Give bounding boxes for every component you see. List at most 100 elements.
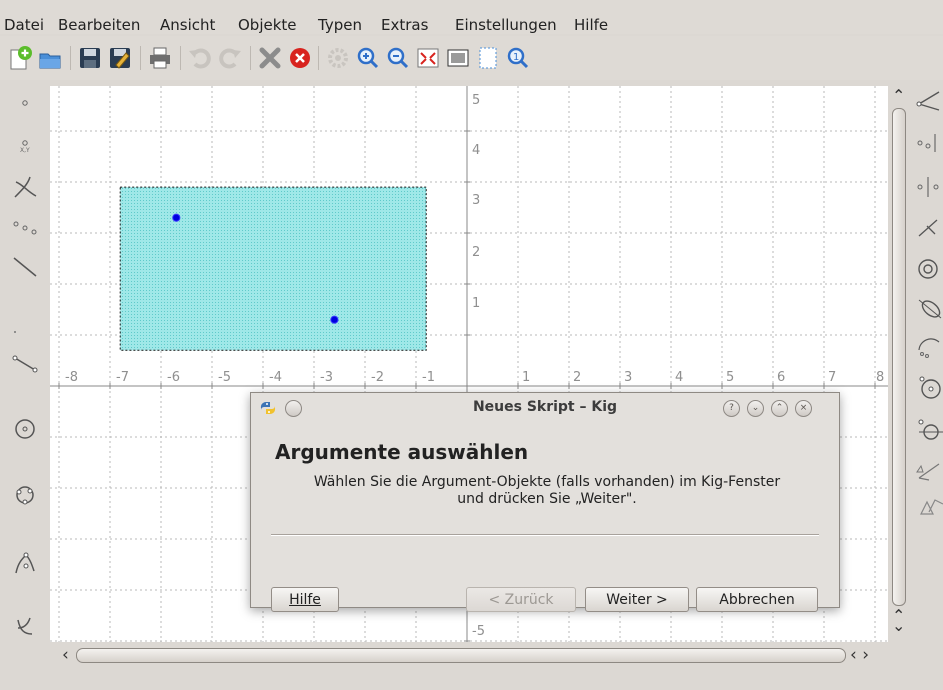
x-tick-minus-7: -7	[116, 370, 129, 385]
redo-icon[interactable]	[216, 44, 244, 72]
zoom-out-icon[interactable]	[384, 44, 412, 72]
new-script-dialog: Neues Skript – Kig ? ⌄ ⌃ × Argumente aus…	[250, 392, 840, 612]
intersection-icon[interactable]	[8, 170, 42, 204]
arc-icon[interactable]	[915, 332, 943, 366]
zoom-in-icon[interactable]	[354, 44, 382, 72]
save-icon[interactable]	[76, 44, 104, 72]
y-tick-4: 4	[472, 143, 481, 158]
svg-text:X,Y: X,Y	[20, 147, 30, 154]
spiral-icon[interactable]	[915, 252, 943, 286]
screenshot-icon[interactable]	[444, 44, 472, 72]
menu-hilfe[interactable]: Hilfe	[574, 16, 608, 34]
circle-icon[interactable]	[8, 412, 42, 446]
line-icon[interactable]	[8, 250, 42, 284]
point-icon[interactable]	[8, 86, 42, 120]
x-tick-1: 1	[522, 370, 531, 385]
save-as-icon[interactable]	[106, 44, 134, 72]
angle-icon[interactable]	[915, 86, 943, 120]
construction-toolbar-right	[910, 86, 943, 646]
x-tick-5: 5	[726, 370, 735, 385]
ray-icon[interactable]	[8, 304, 42, 338]
close-button[interactable]: ×	[795, 400, 812, 417]
menu-ansicht[interactable]: Ansicht	[160, 16, 215, 34]
delete-icon[interactable]	[256, 44, 284, 72]
point-by-coordinates-icon[interactable]: X,Y	[8, 128, 42, 162]
svg-text:1: 1	[513, 52, 519, 63]
x-tick-minus-3: -3	[320, 370, 333, 385]
scroll-left-arrow[interactable]: ‹	[62, 645, 69, 665]
show-hidden-icon[interactable]: 1	[504, 44, 532, 72]
dialog-description: Wählen Sie die Argument-Objekte (falls v…	[267, 474, 827, 508]
x-tick-2: 2	[573, 370, 582, 385]
next-button[interactable]: Weiter >	[585, 587, 689, 612]
x-tick-minus-5: -5	[218, 370, 231, 385]
horizontal-scroll-thumb[interactable]	[76, 648, 846, 663]
x-tick-minus-4: -4	[269, 370, 282, 385]
main-toolbar: 1	[0, 36, 943, 80]
dialog-separator	[271, 534, 819, 536]
parallel-icon[interactable]	[915, 170, 943, 204]
x-tick-3: 3	[624, 370, 633, 385]
horizontal-scrollbar[interactable]: ‹ ‹ ›	[50, 643, 888, 669]
menu-bearbeiten[interactable]: Bearbeiten	[58, 16, 140, 34]
dialog-description-line-2: und drücken Sie „Weiter".	[457, 491, 637, 507]
perpendicular-icon[interactable]	[915, 210, 943, 244]
scroll-down-arrow[interactable]: ⌄	[892, 616, 905, 635]
conic-by-points-icon[interactable]	[915, 292, 943, 326]
vector-icon[interactable]	[915, 452, 943, 486]
point-2	[330, 315, 339, 324]
conic-icon[interactable]	[8, 610, 42, 644]
minimize-button[interactable]: ⌄	[747, 400, 764, 417]
y-tick-minus-5: -5	[472, 624, 485, 639]
select-window-icon[interactable]	[474, 44, 502, 72]
cancel-button-label: Abbrechen	[719, 591, 795, 608]
scroll-right-arrows[interactable]: ‹ ›	[850, 645, 869, 665]
tangent-icon[interactable]	[915, 412, 943, 446]
maximize-button[interactable]: ⌃	[771, 400, 788, 417]
dialog-description-line-1: Wählen Sie die Argument-Objekte (falls v…	[313, 474, 781, 490]
back-button[interactable]: < Zurück	[466, 587, 576, 612]
x-tick-6: 6	[777, 370, 786, 385]
scroll-up-arrow[interactable]: ⌃	[892, 86, 905, 105]
midpoint-icon[interactable]	[8, 210, 42, 244]
help-button[interactable]: Hilfe	[271, 587, 339, 612]
circle-by-three-points-icon[interactable]	[8, 478, 42, 512]
menu-extras[interactable]: Extras	[381, 16, 428, 34]
x-tick-4: 4	[675, 370, 684, 385]
dialog-titlebar[interactable]: Neues Skript – Kig ? ⌄ ⌃ ×	[251, 393, 839, 423]
x-tick-minus-1: -1	[422, 370, 435, 385]
y-tick-5: 5	[472, 93, 481, 108]
menu-bar: Datei Bearbeiten Ansicht Objekte Typen E…	[0, 0, 943, 34]
circle-center-icon[interactable]	[915, 370, 943, 404]
selection-rectangle	[119, 186, 427, 351]
vertical-scrollbar[interactable]: ⌃ ⌃ ⌄	[888, 86, 910, 642]
dialog-heading: Argumente auswählen	[275, 440, 529, 464]
three-points-icon[interactable]	[915, 126, 943, 160]
menu-datei[interactable]: Datei	[4, 16, 44, 34]
vertical-scroll-thumb[interactable]	[892, 108, 906, 606]
menu-typen[interactable]: Typen	[318, 16, 362, 34]
cancel-button[interactable]: Abbrechen	[696, 587, 818, 612]
x-tick-8: 8	[876, 370, 885, 385]
undo-icon[interactable]	[186, 44, 214, 72]
point-1	[172, 213, 181, 222]
y-tick-1: 1	[472, 296, 481, 311]
x-tick-minus-2: -2	[371, 370, 384, 385]
transform-icon[interactable]	[915, 490, 943, 524]
locus-icon[interactable]	[8, 546, 42, 580]
menu-einstellungen[interactable]: Einstellungen	[455, 16, 557, 34]
segment-icon[interactable]	[8, 344, 42, 378]
x-tick-minus-8: -8	[65, 370, 78, 385]
new-document-icon[interactable]	[6, 44, 34, 72]
y-tick-2: 2	[472, 245, 481, 260]
x-tick-7: 7	[828, 370, 837, 385]
open-folder-icon[interactable]	[36, 44, 64, 72]
settings-icon[interactable]	[324, 44, 352, 72]
cancel-icon[interactable]	[286, 44, 314, 72]
fit-to-page-icon[interactable]	[414, 44, 442, 72]
print-icon[interactable]	[146, 44, 174, 72]
menu-objekte[interactable]: Objekte	[238, 16, 297, 34]
help-button-label: Hilfe	[289, 591, 321, 608]
help-window-button[interactable]: ?	[723, 400, 740, 417]
next-button-label: Weiter >	[606, 591, 668, 608]
